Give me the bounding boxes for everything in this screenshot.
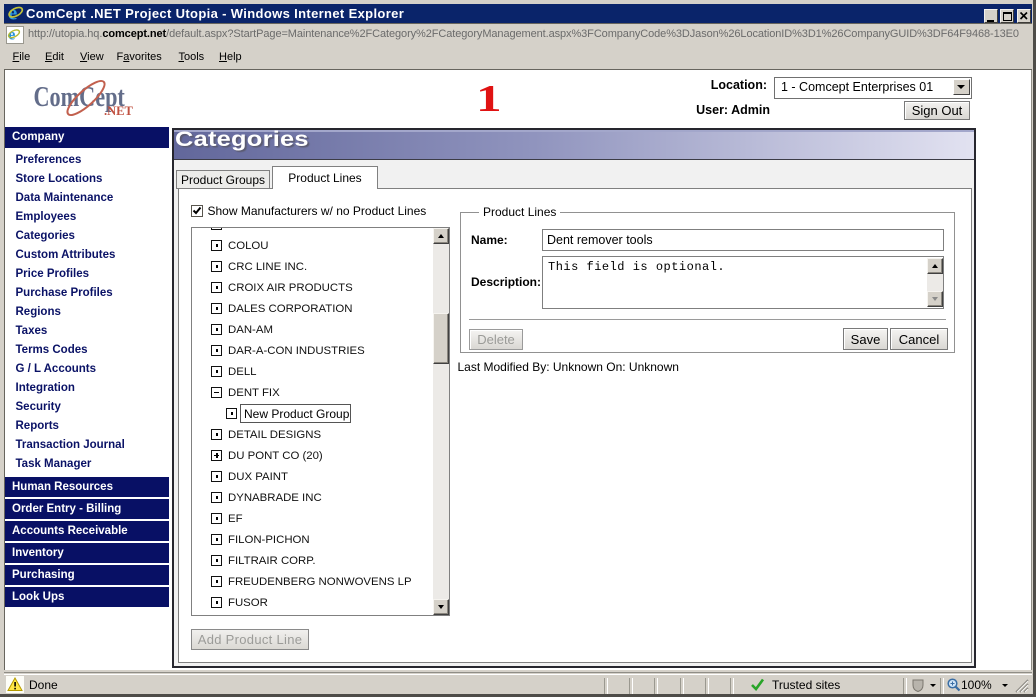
svg-text:.NET: .NET [104, 104, 133, 118]
